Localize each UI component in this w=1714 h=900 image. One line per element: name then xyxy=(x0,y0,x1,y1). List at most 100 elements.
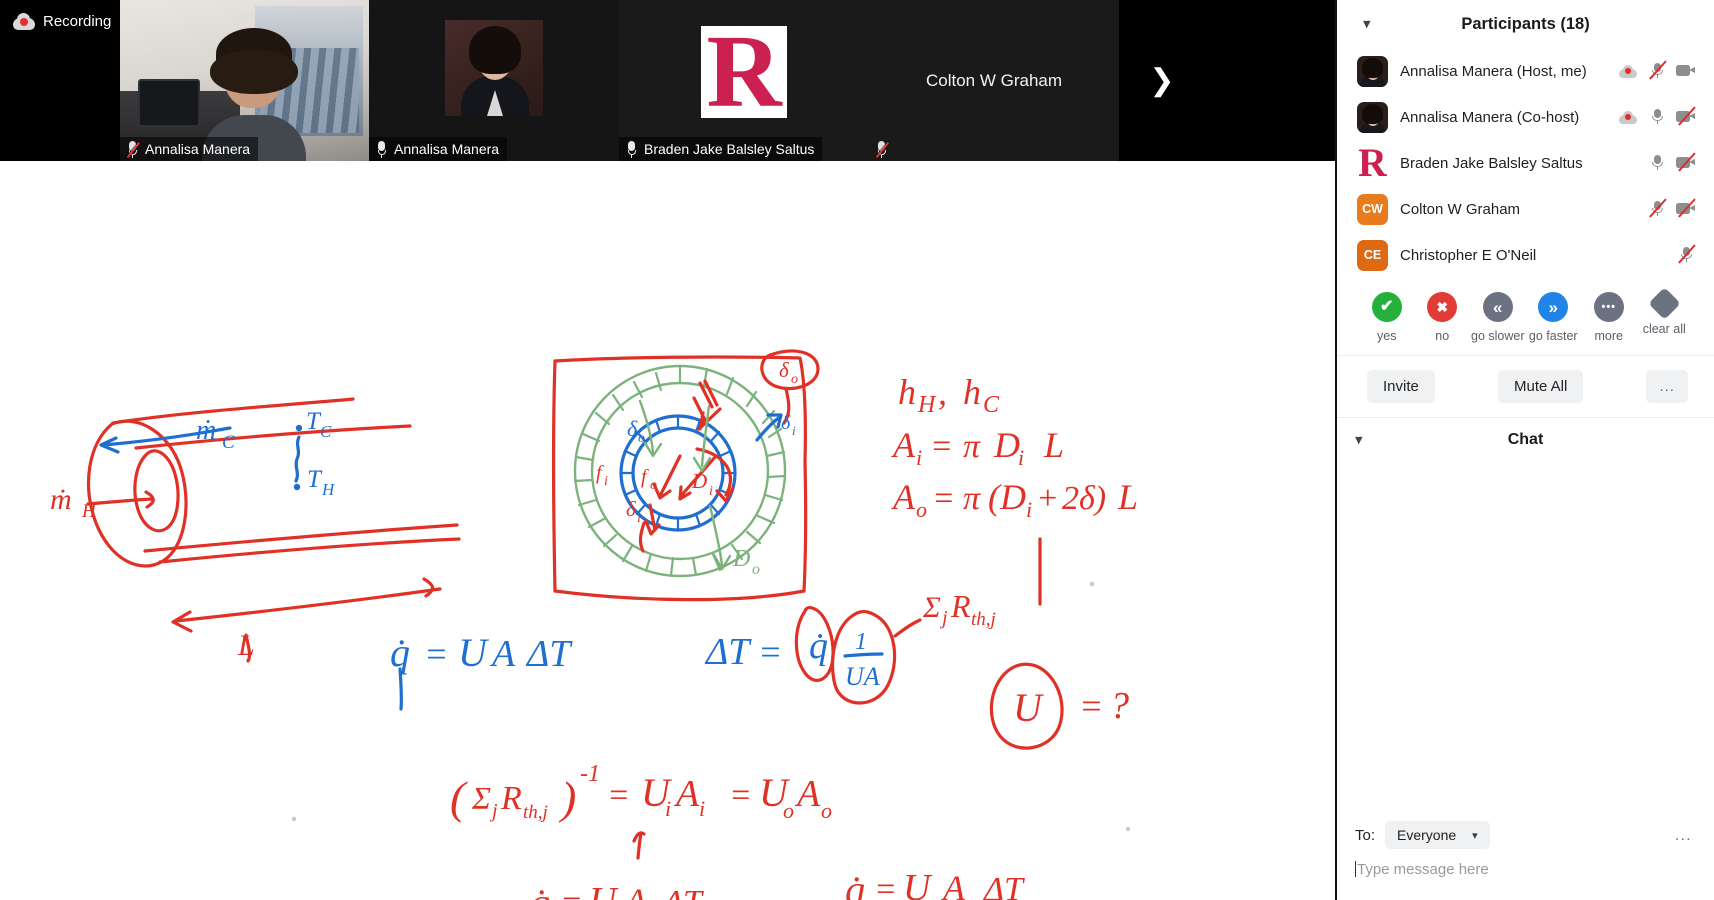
check-circle-icon: ✔ xyxy=(1371,292,1402,322)
participants-list: Annalisa Manera (Host, me) Annalisa Mane… xyxy=(1337,48,1714,278)
chat-recipient-value: Everyone xyxy=(1397,827,1457,843)
participant-row[interactable]: Annalisa Manera (Host, me) xyxy=(1351,48,1700,94)
shared-whiteboard[interactable]: .r { stroke:#e03127; fill:none; stroke-w… xyxy=(0,161,1335,900)
participant-row[interactable]: CW Colton W Graham xyxy=(1351,186,1700,232)
zoom-meeting-window: Recording Annalisa Manera Annalisa Maner… xyxy=(0,0,1714,900)
label-mdot-hot-sub: H xyxy=(81,501,97,522)
svg-text:A: A xyxy=(673,773,700,815)
mute-all-button[interactable]: Mute All xyxy=(1497,370,1584,403)
label-delta-i-sub: i xyxy=(792,423,796,438)
chat-recipient-select[interactable]: Everyone ▾ xyxy=(1385,821,1490,849)
avatar xyxy=(1357,55,1388,87)
chevron-down-icon[interactable]: ▾ xyxy=(1363,17,1371,32)
svg-text:A: A xyxy=(941,868,966,900)
participant-row[interactable]: R Braden Jake Balsley Saltus xyxy=(1351,140,1700,186)
svg-text:-1: -1 xyxy=(580,761,600,787)
reaction-label: no xyxy=(1435,329,1450,343)
svg-text:D: D xyxy=(993,425,1020,465)
participant-status-icons xyxy=(1647,152,1696,172)
camera-off-icon[interactable] xyxy=(1676,106,1696,126)
eq-u-circled: U xyxy=(1013,685,1045,730)
camera-off-icon[interactable] xyxy=(1676,198,1696,218)
label-mdot-hot: ṁ xyxy=(50,483,72,516)
participant-row[interactable]: CE Christopher E O'Neil xyxy=(1351,232,1700,278)
avatar: CE xyxy=(1357,239,1388,271)
avatar-letter: R xyxy=(706,14,782,129)
label-fi: f xyxy=(596,462,604,484)
camera-icon[interactable] xyxy=(1676,62,1696,80)
participants-more-button[interactable]: ... xyxy=(1646,370,1688,403)
reaction-clear-all[interactable]: clear all xyxy=(1637,287,1693,336)
participants-title: Participants (18) xyxy=(1461,14,1590,33)
reaction-label: go slower xyxy=(1471,329,1525,343)
svg-text:L: L xyxy=(1043,425,1064,465)
reaction-yes[interactable]: ✔ yes xyxy=(1359,292,1415,343)
mic-muted-icon[interactable] xyxy=(1647,198,1667,218)
video-tile-annalisa-manera-portrait[interactable]: Annalisa Manera xyxy=(369,0,619,161)
mic-muted-icon[interactable] xyxy=(1647,60,1667,80)
chat-more-button[interactable]: ... xyxy=(1675,827,1692,844)
cross-section-sketch: δ o δ i δ o f i f o D i δ i D o xyxy=(551,349,820,602)
svg-text:i: i xyxy=(916,445,922,470)
video-filmstrip: Recording Annalisa Manera Annalisa Maner… xyxy=(0,0,1335,161)
participant-name-placeholder: Colton W Graham xyxy=(925,71,1063,90)
svg-text:=: = xyxy=(1079,686,1103,726)
label-delta-i: δ xyxy=(781,412,791,434)
avatar: R xyxy=(1357,148,1388,179)
svg-text:=: = xyxy=(560,884,583,900)
record-icon[interactable] xyxy=(1618,62,1638,80)
svg-text:R: R xyxy=(500,780,522,817)
svg-text:i: i xyxy=(1026,497,1032,522)
video-tile-annalisa-manera-webcam[interactable]: Annalisa Manera xyxy=(120,0,369,161)
svg-text:o: o xyxy=(821,798,832,823)
double-chevron-left-icon: « xyxy=(1482,292,1513,322)
label-fo: f xyxy=(641,466,649,488)
svg-text:o: o xyxy=(927,892,938,900)
chevron-down-icon[interactable]: ▾ xyxy=(1355,432,1363,447)
invite-button[interactable]: Invite xyxy=(1367,370,1435,403)
filmstrip-next-button[interactable]: ❯ xyxy=(1119,0,1205,161)
participant-name: Colton W Graham xyxy=(1400,200,1521,218)
reaction-label: clear all xyxy=(1642,322,1686,336)
avatar-letter: R xyxy=(1358,147,1387,179)
svg-text:i: i xyxy=(1018,445,1024,470)
video-tile-braden-jake-balsley-saltus[interactable]: R Braden Jake Balsley Saltus xyxy=(619,0,869,161)
chevron-right-icon: ❯ xyxy=(1149,64,1175,97)
tile-participant-name: Annalisa Manera xyxy=(394,141,500,157)
reaction-no[interactable]: ✖ no xyxy=(1415,292,1471,343)
label-d-inner: D xyxy=(691,469,707,493)
svg-text:th,j: th,j xyxy=(523,802,548,823)
reaction-go-slower[interactable]: « go slower xyxy=(1470,292,1526,343)
video-tile-colton-w-graham[interactable]: Colton W Graham xyxy=(869,0,1119,161)
svg-text:π: π xyxy=(963,428,981,465)
svg-text:h: h xyxy=(963,372,981,412)
mic-icon[interactable] xyxy=(1647,108,1667,126)
mic-muted-icon xyxy=(126,140,141,158)
x-circle-icon: ✖ xyxy=(1427,292,1458,322)
tile-name-bar xyxy=(869,137,896,161)
svg-text:i: i xyxy=(637,511,641,526)
chat-message-list xyxy=(1337,461,1714,815)
svg-text:+: + xyxy=(1036,480,1059,517)
participant-row[interactable]: Annalisa Manera (Co-host) xyxy=(1351,94,1700,140)
participant-status-icons xyxy=(1676,244,1696,264)
mic-muted-icon[interactable] xyxy=(1676,244,1696,264)
svg-text:H: H xyxy=(917,392,937,418)
svg-text:i: i xyxy=(699,796,705,821)
svg-text:ΔT: ΔT xyxy=(661,884,704,900)
svg-text:=: = xyxy=(607,777,630,814)
mic-icon[interactable] xyxy=(1647,154,1667,172)
tile-name-bar: Annalisa Manera xyxy=(120,137,259,161)
record-icon[interactable] xyxy=(1618,108,1638,126)
reaction-more[interactable]: ••• more xyxy=(1581,292,1637,343)
chat-message-input[interactable]: Type message here xyxy=(1337,855,1714,900)
svg-text:ΔT: ΔT xyxy=(525,633,573,675)
label-temp-cold-sub: C xyxy=(320,422,332,441)
recording-indicator: Recording xyxy=(0,0,120,161)
eraser-icon xyxy=(1647,287,1681,320)
reaction-go-faster[interactable]: » go faster xyxy=(1526,292,1582,343)
svg-text:o: o xyxy=(752,561,760,578)
tile-name-bar: Braden Jake Balsley Saltus xyxy=(619,137,823,161)
camera-off-icon[interactable] xyxy=(1676,152,1696,172)
reaction-label: more xyxy=(1594,329,1623,343)
